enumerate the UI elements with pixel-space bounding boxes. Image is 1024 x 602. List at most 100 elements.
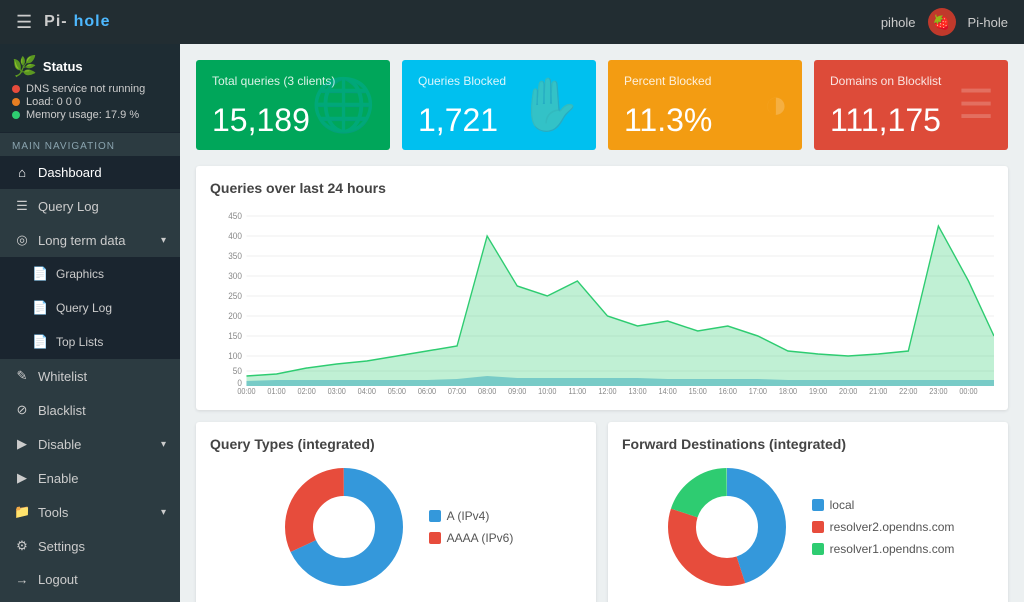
topbar-avatar: 🍓: [928, 8, 956, 36]
hamburger-icon[interactable]: ☰: [16, 12, 32, 33]
stat-value-percent-blocked: 11.3%: [624, 104, 786, 136]
svg-text:300: 300: [228, 271, 242, 281]
forward-destinations-card: Forward Destinations (integrated): [608, 422, 1008, 602]
main-chart-container: 450 400 350 300 250 200 150 100 50 0: [210, 206, 994, 396]
gear-icon: ⚙: [14, 538, 30, 554]
sidebar-submenu: 📄 Graphics 📄 Query Log 📄 Top Lists: [0, 257, 180, 359]
svg-text:01:00: 01:00: [267, 387, 285, 396]
queries-chart-svg: 450 400 350 300 250 200 150 100 50 0: [210, 206, 994, 396]
block-icon: ⊘: [14, 402, 30, 418]
sidebar-item-long-term-data[interactable]: ◎ Long term data ▾: [0, 223, 180, 257]
svg-text:02:00: 02:00: [298, 387, 316, 396]
svg-text:00:00: 00:00: [237, 387, 255, 396]
svg-text:12:00: 12:00: [598, 387, 616, 396]
main-chart-section: Queries over last 24 hours 450 400: [196, 166, 1008, 410]
sidebar-item-donate[interactable]: ♥ Donate: [0, 596, 180, 602]
sidebar-item-whitelist[interactable]: ✎ Whitelist: [0, 359, 180, 393]
svg-text:05:00: 05:00: [388, 387, 406, 396]
svg-text:14:00: 14:00: [659, 387, 677, 396]
svg-text:11:00: 11:00: [569, 387, 587, 396]
svg-text:10:00: 10:00: [538, 387, 556, 396]
sidebar-item-query-log[interactable]: ☰ Query Log: [0, 189, 180, 223]
stat-card-queries-blocked: Queries Blocked 1,721 ✋: [402, 60, 596, 150]
chevron-down-icon-disable: ▾: [161, 439, 166, 450]
svg-text:15:00: 15:00: [689, 387, 707, 396]
dot-red: [12, 85, 20, 93]
svg-text:07:00: 07:00: [448, 387, 466, 396]
svg-text:13:00: 13:00: [628, 387, 646, 396]
legend-dot-local: [812, 499, 824, 511]
sidebar-item-logout[interactable]: → Logout: [0, 563, 180, 596]
query-types-card: Query Types (integrated) A (IPv4): [196, 422, 596, 602]
edit-icon: ✎: [14, 368, 30, 384]
dot-orange: [12, 98, 20, 106]
topbar-brand: Pi-hole: [44, 13, 110, 31]
forward-destinations-title: Forward Destinations (integrated): [622, 436, 994, 452]
forward-dest-donut-svg: [662, 462, 792, 592]
logout-icon: →: [14, 572, 30, 587]
brand-hole: hole: [74, 13, 111, 31]
forward-destinations-legend: local resolver2.opendns.com resolver1.op…: [812, 498, 955, 556]
legend-dot-resolver1: [812, 543, 824, 555]
svg-text:450: 450: [228, 211, 242, 221]
globe-icon: 🌐: [311, 75, 376, 136]
legend-dot-ipv4: [429, 510, 441, 522]
query-types-legend: A (IPv4) AAAA (IPv6): [429, 509, 514, 545]
legend-dot-resolver2: [812, 521, 824, 533]
sidebar-item-disable[interactable]: ▶ Disable ▾: [0, 427, 180, 461]
brand-pi: Pi-: [44, 13, 67, 31]
home-icon: ⌂: [14, 165, 30, 180]
circle-icon: ◎: [14, 232, 30, 248]
svg-text:06:00: 06:00: [418, 387, 436, 396]
main-chart-title: Queries over last 24 hours: [210, 180, 994, 196]
nav-section-label: MAIN NAVIGATION: [0, 133, 180, 156]
sidebar-status: 🌿 Status DNS service not running Load: 0…: [0, 44, 180, 133]
topbar: ☰ Pi-hole pihole 🍓 Pi-hole: [0, 0, 1024, 44]
svg-text:00:00: 00:00: [959, 387, 977, 396]
legend-item-resolver2: resolver2.opendns.com: [812, 520, 955, 534]
svg-text:22:00: 22:00: [899, 387, 917, 396]
hand-icon: ✋: [517, 75, 582, 136]
stat-label-percent-blocked: Percent Blocked: [624, 74, 786, 88]
svg-text:17:00: 17:00: [749, 387, 767, 396]
dot-green: [12, 111, 20, 119]
list-icon: ☰: [14, 198, 30, 214]
bottom-charts-row: Query Types (integrated) A (IPv4): [196, 422, 1008, 602]
file-icon-toplists: 📄: [32, 334, 48, 350]
sidebar-item-enable[interactable]: ▶ Enable: [0, 461, 180, 495]
status-memory: Memory usage: 17.9 %: [12, 109, 168, 121]
legend-item-ipv4: A (IPv4): [429, 509, 514, 523]
svg-text:09:00: 09:00: [508, 387, 526, 396]
svg-text:21:00: 21:00: [869, 387, 887, 396]
legend-item-ipv6: AAAA (IPv6): [429, 531, 514, 545]
sidebar-item-settings[interactable]: ⚙ Settings: [0, 529, 180, 563]
file-icon-querylog: 📄: [32, 300, 48, 316]
chevron-down-icon: ▾: [161, 235, 166, 246]
folder-icon: 📁: [14, 504, 30, 520]
svg-text:03:00: 03:00: [328, 387, 346, 396]
svg-text:200: 200: [228, 311, 242, 321]
play-icon-disable: ▶: [14, 436, 30, 452]
svg-text:150: 150: [228, 331, 242, 341]
sidebar-item-query-log-sub[interactable]: 📄 Query Log: [0, 291, 180, 325]
play-icon-enable: ▶: [14, 470, 30, 486]
stat-card-percent-blocked: Percent Blocked 11.3% ◑: [608, 60, 802, 150]
svg-text:250: 250: [228, 291, 242, 301]
svg-text:100: 100: [228, 351, 242, 361]
sidebar-item-graphics[interactable]: 📄 Graphics: [0, 257, 180, 291]
svg-text:20:00: 20:00: [839, 387, 857, 396]
query-types-donut-svg: [279, 462, 409, 592]
svg-text:04:00: 04:00: [358, 387, 376, 396]
svg-text:400: 400: [228, 231, 242, 241]
sidebar-item-blacklist[interactable]: ⊘ Blacklist: [0, 393, 180, 427]
topbar-left: ☰ Pi-hole: [16, 12, 110, 33]
topbar-right: pihole 🍓 Pi-hole: [881, 8, 1008, 36]
layout: 🌿 Status DNS service not running Load: 0…: [0, 44, 1024, 602]
sidebar-item-tools[interactable]: 📁 Tools ▾: [0, 495, 180, 529]
legend-dot-ipv6: [429, 532, 441, 544]
sidebar-item-top-lists[interactable]: 📄 Top Lists: [0, 325, 180, 359]
svg-text:08:00: 08:00: [478, 387, 496, 396]
sidebar-item-dashboard[interactable]: ⌂ Dashboard: [0, 156, 180, 189]
sidebar: 🌿 Status DNS service not running Load: 0…: [0, 44, 180, 602]
svg-text:350: 350: [228, 251, 242, 261]
